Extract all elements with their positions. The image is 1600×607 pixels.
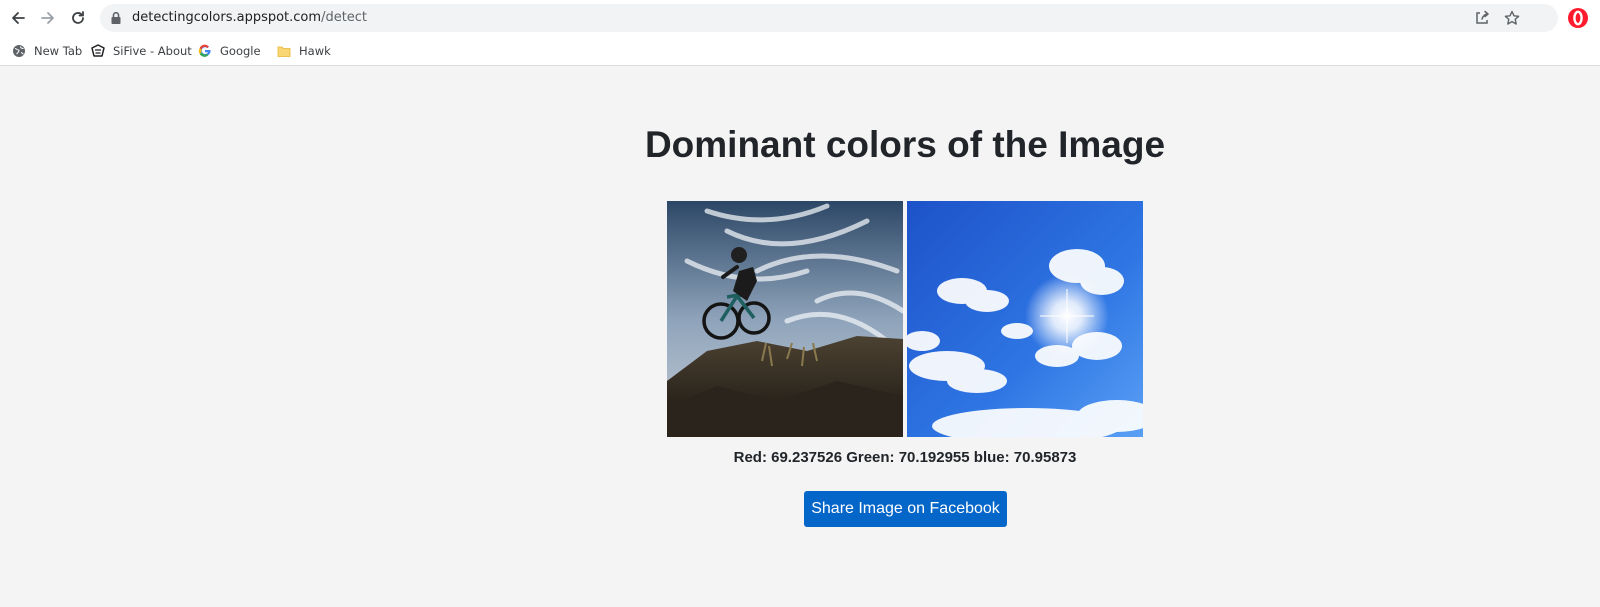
page-content: Dominant colors of the Image Red: 69.237… xyxy=(0,66,1600,607)
back-button[interactable] xyxy=(6,6,30,30)
share-facebook-button[interactable]: Share Image on Facebook xyxy=(804,491,1007,527)
reload-icon xyxy=(72,11,84,24)
browser-toolbar: detectingcolors.appspot.com/detect xyxy=(0,0,1600,36)
arrow-left-icon xyxy=(12,12,25,24)
google-g-icon xyxy=(198,44,211,57)
reload-button[interactable] xyxy=(66,6,90,30)
sifive-logo-icon xyxy=(91,44,105,57)
forward-button[interactable] xyxy=(36,6,60,30)
folder-icon xyxy=(277,46,291,57)
star-icon xyxy=(1504,10,1520,25)
bookmark-label: New Tab xyxy=(34,44,83,58)
opera-extension-button[interactable] xyxy=(1566,6,1590,30)
bookmark-hawk-folder[interactable]: Hawk xyxy=(277,41,331,61)
bookmark-label: SiFive - About xyxy=(113,44,192,58)
share-icon xyxy=(1476,10,1489,24)
bookmark-label: Google xyxy=(220,44,261,58)
dominant-color-values: Red: 69.237526 Green: 70.192955 blue: 70… xyxy=(733,449,1077,466)
bookmark-new-tab[interactable]: New Tab xyxy=(12,41,82,61)
uploaded-image-sky xyxy=(907,201,1143,437)
address-bar[interactable]: detectingcolors.appspot.com/detect xyxy=(100,4,1558,32)
bookmarks-bar: New Tab SiFive - About Google Hawk xyxy=(0,36,1600,66)
page-title: Dominant colors of the Image xyxy=(644,124,1166,165)
arrow-right-icon xyxy=(41,12,54,24)
sky-photo xyxy=(907,201,1143,437)
url-host: detectingcolors.appspot.com xyxy=(132,10,322,25)
lock-icon xyxy=(111,11,121,24)
bookmark-label: Hawk xyxy=(299,44,331,58)
bookmark-star-button[interactable] xyxy=(1502,8,1522,28)
biker-photo xyxy=(667,201,903,437)
share-page-button[interactable] xyxy=(1472,8,1492,28)
bookmark-sifive[interactable]: SiFive - About xyxy=(91,41,192,61)
url-text: detectingcolors.appspot.com/detect xyxy=(132,10,367,25)
globe-icon xyxy=(13,45,25,57)
url-path: /detect xyxy=(321,10,368,25)
bookmark-google[interactable]: Google xyxy=(198,41,261,61)
opera-logo-icon xyxy=(1568,8,1588,28)
uploaded-image-biker xyxy=(667,201,903,437)
